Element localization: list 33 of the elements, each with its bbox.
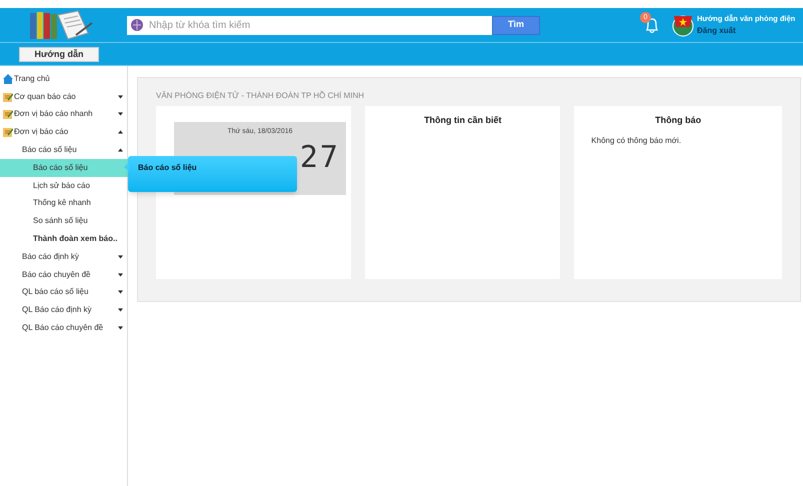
logout-link[interactable]: Đăng xuất	[697, 24, 736, 37]
sidebar-item[interactable]: Đơn vị báo cáo	[0, 123, 127, 142]
search-button[interactable]: Tìm	[492, 16, 540, 34]
search-field[interactable]: Nhập từ khóa tìm kiếm	[127, 16, 492, 34]
home-icon	[3, 74, 13, 84]
tooltip-pointer-icon	[124, 163, 129, 171]
sidebar-item[interactable]: Báo cáo định kỳ	[0, 248, 127, 266]
notepad-icon	[3, 127, 13, 138]
clock-time: 27	[300, 142, 340, 174]
sidebar-item[interactable]: Trang chủ	[0, 70, 127, 88]
sidebar-item[interactable]: QL báo cáo số liệu	[0, 284, 127, 302]
notepad-icon	[3, 92, 13, 102]
sidebar-item[interactable]: Báo cáo số liệu	[0, 158, 128, 177]
notepad-icon	[3, 109, 13, 120]
sidebar-item[interactable]: QL Báo cáo định kỳ	[0, 301, 127, 320]
sidebar-item[interactable]: Cơ quan báo cáo	[0, 88, 127, 106]
sidebar-item[interactable]: So sánh số liệu	[0, 212, 127, 230]
card-title: Thông tin cần biết	[424, 114, 502, 127]
bell-icon[interactable]	[644, 16, 660, 34]
emblem-icon	[672, 13, 694, 37]
tooltip-text: Báo cáo số liệu	[138, 162, 197, 174]
guide-button[interactable]: Hướng dẫn	[19, 46, 99, 62]
sidebar-item[interactable]: Thống kê nhanh	[0, 194, 127, 212]
card-title: Thông báo	[655, 114, 702, 127]
sidebar-item[interactable]: Lịch sử báo cáo	[0, 176, 127, 195]
panel-title: VĂN PHÒNG ĐIỆN TỬ - THÀNH ĐOÀN TP HỒ CHÍ MINH	[156, 90, 366, 102]
notice-message: Không có thông báo mới.	[591, 134, 682, 146]
globe-icon	[131, 19, 143, 31]
sidebar-item[interactable]: QL Báo cáo chuyên đề	[0, 319, 127, 337]
sidebar-item[interactable]: Báo cáo số liệu	[0, 141, 127, 159]
sidebar-item[interactable]: Đơn vị báo cáo nhanh	[0, 106, 127, 124]
sidebar-item[interactable]: Báo cáo chuyên đề	[0, 266, 127, 284]
sidebar-item[interactable]: Thành đoàn xem báo..	[0, 230, 127, 248]
